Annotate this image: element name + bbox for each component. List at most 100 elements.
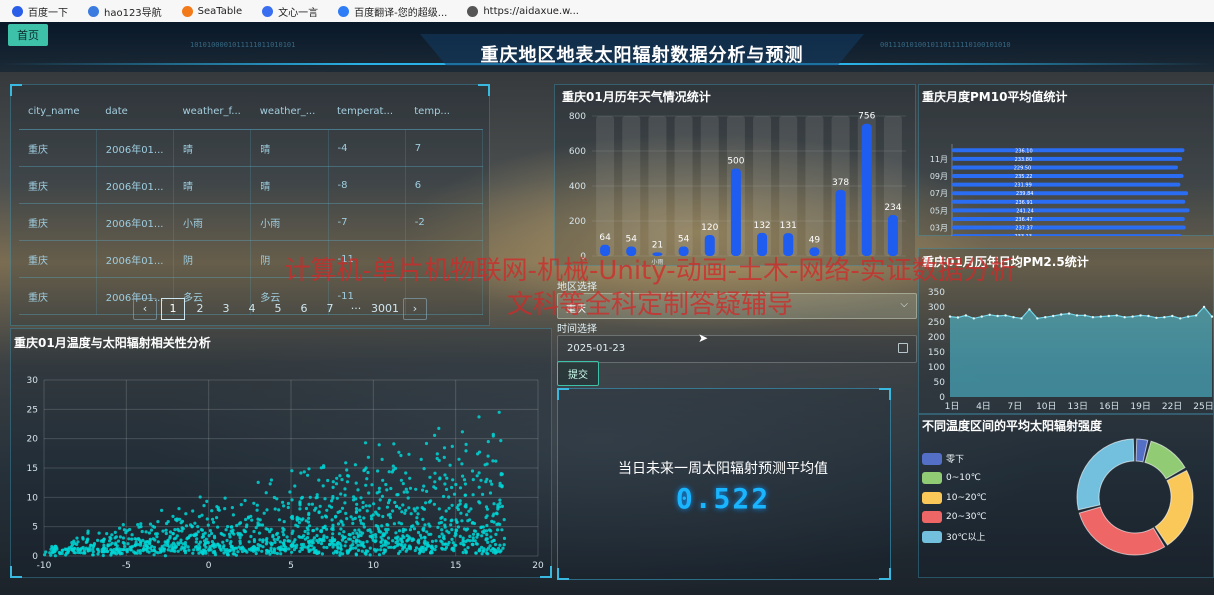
data-label: 378 (832, 178, 849, 188)
scatter-point (50, 545, 54, 549)
scatter-point (395, 543, 400, 547)
y-tick-label: 09月 (930, 172, 948, 181)
bookmark-item[interactable]: 文心一言 (262, 4, 318, 19)
scatter-point (365, 477, 369, 481)
scatter-point (498, 543, 502, 547)
table-cell: 2006年01... (96, 129, 175, 167)
scatter-point (498, 498, 502, 502)
scatter-point (365, 509, 369, 513)
scatter-point (184, 512, 188, 516)
scatter-point (212, 534, 217, 538)
scatter-point (292, 540, 296, 544)
scatter-point (251, 548, 255, 552)
scatter-point (97, 549, 101, 554)
submit-button[interactable]: 提交 (557, 361, 599, 386)
scatter-point (347, 537, 351, 541)
data-label: 756 (858, 112, 875, 122)
legend-item[interactable]: 零下 (922, 449, 987, 469)
scatter-point (391, 539, 395, 543)
legend-item[interactable]: 20~30℃ (922, 508, 987, 528)
scatter-point (326, 478, 330, 483)
scatter-point (461, 550, 465, 555)
legend-swatch (922, 511, 942, 524)
scatter-point (494, 532, 498, 536)
scatter-point (405, 539, 409, 543)
table-row[interactable]: 重庆 2006年01... 小雨 小雨 -7 -2 (19, 203, 484, 241)
data-label: 233.13 (1014, 234, 1032, 236)
scatter-point (354, 553, 358, 557)
scatter-point (353, 463, 357, 467)
scatter-point (443, 523, 447, 527)
column-header[interactable]: weather_f... (173, 94, 251, 130)
scatter-point (488, 479, 493, 483)
scatter-point (114, 535, 118, 539)
scatter-point (324, 515, 329, 519)
column-header[interactable]: temp... (405, 94, 483, 130)
scatter-point (160, 508, 164, 512)
donut-slice (1076, 438, 1135, 511)
scatter-point (184, 543, 188, 547)
bar (952, 191, 1189, 196)
scatter-point (354, 497, 358, 501)
scatter-point (256, 517, 260, 521)
data-label: 236.10 (1015, 148, 1033, 154)
scatter-point (54, 544, 58, 548)
column-header[interactable]: date (96, 94, 174, 130)
table-row[interactable]: 重庆 2006年01... 晴晴 -4 7 (19, 129, 484, 167)
scatter-point (236, 531, 240, 535)
scatter-point (281, 530, 285, 534)
scatter-point (282, 541, 286, 545)
scatter-point (48, 551, 52, 555)
scatter-point (368, 504, 372, 508)
scatter-point (497, 410, 501, 414)
scatter-point (379, 544, 383, 548)
scatter-point (307, 502, 311, 506)
scatter-point (238, 541, 242, 545)
scatter-point (307, 539, 311, 543)
scatter-point (472, 521, 477, 526)
scatter-point (325, 535, 329, 539)
scatter-point (366, 470, 370, 475)
scatter-point (377, 443, 381, 447)
scatter-point (321, 484, 325, 488)
home-button[interactable]: 首页 (8, 24, 48, 46)
scatter-point (376, 469, 380, 473)
data-point (1179, 317, 1182, 320)
scatter-point (300, 518, 304, 522)
scatter-point (502, 536, 507, 540)
scatter-point (122, 541, 126, 546)
column-header[interactable]: weather_... (250, 94, 328, 130)
scatter-point (433, 480, 437, 484)
scatter-point (252, 529, 256, 534)
bookmark-item[interactable]: https://aidaxue.w... (467, 5, 579, 17)
scatter-point (75, 536, 79, 540)
scatter-point (440, 528, 444, 532)
x-tick-label: 1日 (945, 401, 960, 412)
scatter-point (144, 544, 149, 548)
date-input-value: 2025-01-23 (567, 343, 626, 354)
bookmark-item[interactable]: 百度翻译-您的超级... (338, 4, 447, 19)
legend-item[interactable]: 30℃以上 (922, 527, 987, 547)
scatter-point (451, 541, 455, 545)
table-row[interactable]: 重庆 2006年01... 晴晴 -8 6 (19, 166, 484, 204)
scatter-point (164, 528, 168, 532)
scatter-point (179, 547, 183, 551)
bookmark-item[interactable]: 百度一下 (12, 4, 68, 19)
column-header[interactable]: city_name (19, 94, 97, 130)
bookmark-item[interactable]: SeaTable (181, 5, 242, 17)
legend-item[interactable]: 10~20℃ (922, 488, 987, 508)
scatter-point (307, 513, 311, 517)
bookmark-item[interactable]: hao123导航 (88, 4, 162, 19)
scatter-point (318, 538, 322, 542)
date-input[interactable]: 2025-01-23 (557, 335, 917, 363)
scatter-point (237, 522, 241, 526)
legend-label: 10~20℃ (946, 492, 987, 503)
scatter-point (148, 537, 152, 541)
scatter-point (290, 469, 294, 473)
scatter-point (126, 542, 130, 546)
legend-item[interactable]: 0~10℃ (922, 469, 987, 489)
scatter-point (366, 455, 370, 459)
scatter-point (377, 553, 382, 557)
scatter-point (401, 482, 405, 486)
column-header[interactable]: temperat... (328, 94, 406, 130)
